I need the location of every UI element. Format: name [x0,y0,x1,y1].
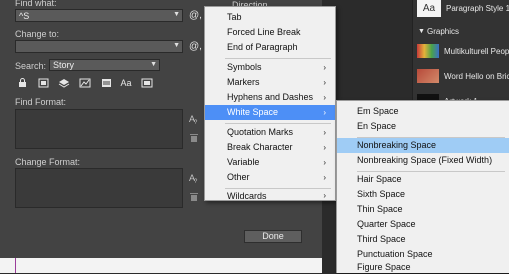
style-thumbnail: Aa [417,0,441,17]
specify-attributes-change-icon[interactable]: A? [189,172,200,186]
find-what-value: ^S [19,11,30,21]
change-to-label: Change to: [15,29,60,39]
change-format-label: Change Format: [15,157,81,167]
chevron-right-icon: › [323,173,326,182]
whole-word-icon[interactable] [140,77,154,89]
chevron-right-icon: › [323,143,326,152]
trash-change-icon[interactable] [189,192,199,205]
submenu-item-quarter-space[interactable]: Quarter Space [337,217,509,232]
submenu-item-punctuation-space[interactable]: Punctuation Space [337,247,509,262]
find-what-field[interactable]: ^S ▼ [15,9,183,22]
menu-item-quotation-marks[interactable]: Quotation Marks › [205,125,335,140]
chevron-right-icon: › [323,63,326,72]
chevron-right-icon: › [323,128,326,137]
submenu-item-sixth-space[interactable]: Sixth Space [337,187,509,202]
chevron-right-icon: › [323,93,326,102]
find-format-label: Find Format: [15,97,67,107]
section-title: Graphics [427,27,460,36]
graphic-name[interactable]: Multikulturell Peoples [444,47,509,56]
trash-icon[interactable] [189,133,199,146]
chevron-right-icon: › [323,108,326,117]
submenu-item-em-space[interactable]: Em Space [337,104,509,119]
special-characters-menu: Tab Forced Line Break End of Paragraph S… [204,6,336,201]
page-margin-guide [15,258,16,273]
submenu-item-en-space[interactable]: En Space [337,119,509,134]
chevron-down-icon[interactable]: ▼ [173,11,180,18]
menu-item-forced-line-break[interactable]: Forced Line Break [205,25,335,40]
menu-separator [225,188,331,189]
menu-item-other[interactable]: Other › [205,170,335,185]
submenu-item-nonbreaking-space[interactable]: Nonbreaking Space [337,138,509,153]
svg-text:?: ? [194,179,198,183]
include-locked-stories-icon[interactable] [36,77,50,89]
menu-item-tab[interactable]: Tab [205,10,335,25]
include-locked-layers-icon[interactable] [15,77,29,89]
search-label: Search: [15,61,47,71]
submenu-item-thin-space[interactable]: Thin Space [337,202,509,217]
chevron-down-icon[interactable]: ▼ [173,42,180,49]
submenu-item-hair-space[interactable]: Hair Space [337,172,509,187]
special-characters-button[interactable]: @, [189,10,202,21]
menu-item-break-character[interactable]: Break Character › [205,140,335,155]
find-format-box[interactable] [15,109,183,149]
white-space-submenu: Em Space En Space Nonbreaking Space Nonb… [336,100,509,273]
menu-item-hyphens-and-dashes[interactable]: Hyphens and Dashes › [205,90,335,105]
include-footnotes-icon[interactable] [99,77,113,89]
submenu-item-third-space[interactable]: Third Space [337,232,509,247]
chevron-down-icon[interactable]: ▼ [150,61,157,68]
submenu-item-nonbreaking-space-fixed-width[interactable]: Nonbreaking Space (Fixed Width) [337,153,509,168]
menu-separator [225,123,331,124]
menu-item-end-of-paragraph[interactable]: End of Paragraph [205,40,335,55]
graphic-name[interactable]: Word Hello on Brick [444,72,509,81]
submenu-item-figure-space[interactable]: Figure Space [337,261,509,274]
specify-attributes-icon[interactable]: A? [189,113,200,127]
graphic-thumbnail [417,44,439,58]
case-sensitive-icon[interactable]: Aa [119,77,133,89]
chevron-right-icon: › [323,158,326,167]
include-hidden-layers-icon[interactable] [57,77,71,89]
search-scope-value: Story [53,60,75,70]
done-button[interactable]: Done [244,230,302,243]
include-master-pages-icon[interactable] [78,77,92,89]
special-characters-change-button[interactable]: @, [189,41,202,52]
find-what-label: Find what: [15,0,57,8]
disclosure-triangle-icon[interactable]: ▼ [418,28,425,35]
search-scope-select[interactable]: Story ▼ [49,59,160,71]
svg-text:?: ? [194,120,198,124]
menu-item-markers[interactable]: Markers › [205,75,335,90]
document-page-strip [0,258,322,273]
menu-item-white-space[interactable]: White Space › [205,105,335,120]
change-format-box[interactable] [15,168,183,208]
chevron-right-icon: › [323,191,326,200]
change-to-field[interactable]: ▼ [15,40,183,53]
menu-item-symbols[interactable]: Symbols › [205,60,335,75]
chevron-right-icon: › [323,78,326,87]
graphic-thumbnail [417,69,439,83]
menu-item-wildcards[interactable]: Wildcards › [205,190,335,202]
style-name[interactable]: Paragraph Style 1 [446,4,509,13]
menu-item-variable[interactable]: Variable › [205,155,335,170]
menu-separator [225,58,331,59]
